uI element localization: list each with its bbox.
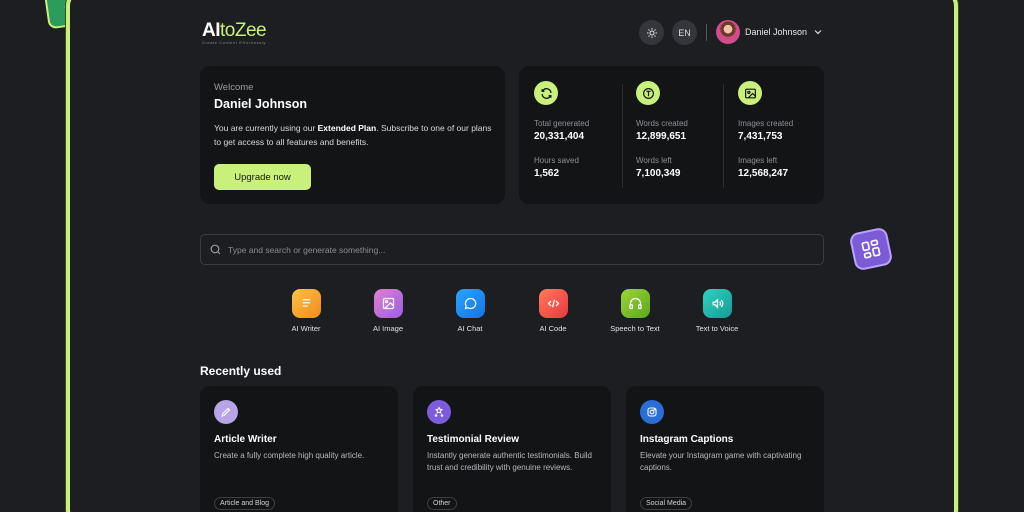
image-icon <box>738 81 762 105</box>
tool-label: Speech to Text <box>610 324 660 333</box>
stat-column-total: Total generated 20,331,404 Hours saved 1… <box>534 81 624 179</box>
sun-icon <box>646 27 657 38</box>
tool-label: AI Writer <box>291 324 321 333</box>
stat-label: Hours saved <box>534 156 579 165</box>
recent-card-tag[interactable]: Social Media <box>640 497 693 510</box>
tool-speech-to-text[interactable]: Speech to Text <box>600 289 670 333</box>
instagram-icon <box>640 400 664 424</box>
recent-card-title: Article Writer <box>214 434 277 445</box>
refresh-icon <box>534 81 558 105</box>
tool-ai-chat[interactable]: AI Chat <box>435 289 505 333</box>
logo[interactable]: AItoZee Create Content Effortlessly <box>202 20 267 45</box>
avatar[interactable] <box>716 20 740 44</box>
recent-card-instagram-captions[interactable]: Instagram Captions Elevate your Instagra… <box>626 386 824 512</box>
grid-icon <box>861 239 881 259</box>
recent-card-desc: Elevate your Instagram game with captiva… <box>640 451 802 472</box>
tool-label: Text to Voice <box>695 324 739 333</box>
tool-text-to-voice[interactable]: Text to Voice <box>682 289 752 333</box>
stat-value: 20,331,404 <box>534 131 585 142</box>
stat-divider <box>723 84 724 188</box>
plan-name: Extended Plan <box>317 123 377 133</box>
pencil-icon <box>214 400 238 424</box>
stat-divider <box>622 84 623 188</box>
recent-card-testimonial-review[interactable]: Testimonial Review Instantly generate au… <box>413 386 611 512</box>
logo-accent-text: toZee <box>220 20 267 41</box>
language-button[interactable]: EN <box>672 20 697 45</box>
theme-toggle-button[interactable] <box>639 20 664 45</box>
stat-value: 12,568,247 <box>738 168 789 179</box>
stat-label: Images created <box>738 119 794 128</box>
stats-card: Total generated 20,331,404 Hours saved 1… <box>519 66 824 204</box>
tool-ai-writer[interactable]: AI Writer <box>271 289 341 333</box>
apps-badge <box>848 226 894 272</box>
chevron-down-icon[interactable] <box>812 26 824 38</box>
tool-label: AI Chat <box>457 324 483 333</box>
headphones-icon <box>620 289 650 318</box>
logo-tagline: Create Content Effortlessly <box>202 40 266 45</box>
tool-ai-code[interactable]: AI Code <box>518 289 588 333</box>
recently-used-heading: Recently used <box>200 364 282 378</box>
stat-column-words: Words created 12,899,651 Words left 7,10… <box>636 81 726 179</box>
speaker-icon <box>702 289 732 318</box>
stat-value: 7,431,753 <box>738 131 783 142</box>
stat-label: Words created <box>636 119 688 128</box>
stat-value: 7,100,349 <box>636 168 681 179</box>
header-divider <box>706 24 707 41</box>
recent-card-article-writer[interactable]: Article Writer Create a fully complete h… <box>200 386 398 512</box>
stars-icon <box>427 400 451 424</box>
recent-card-title: Instagram Captions <box>640 434 734 445</box>
tool-label: AI Code <box>539 324 567 333</box>
stat-column-images: Images created 7,431,753 Images left 12,… <box>738 81 828 179</box>
search-input[interactable] <box>228 244 788 255</box>
upgrade-button[interactable]: Upgrade now <box>214 164 311 190</box>
tool-ai-image[interactable]: AI Image <box>353 289 423 333</box>
tool-label: AI Image <box>372 324 403 333</box>
recent-card-desc: Create a fully complete high quality art… <box>214 451 365 460</box>
logo-main-text: AI <box>202 20 221 41</box>
recent-card-tag[interactable]: Article and Blog <box>214 497 276 510</box>
user-name[interactable]: Daniel Johnson <box>745 27 807 37</box>
welcome-name: Daniel Johnson <box>214 97 308 111</box>
stat-label: Images left <box>738 156 778 165</box>
welcome-text: You are currently using our Extended Pla… <box>214 123 492 147</box>
stat-label: Words left <box>636 156 672 165</box>
code-icon <box>538 289 568 318</box>
document-icon <box>291 289 321 318</box>
stat-value: 1,562 <box>534 168 560 179</box>
search-bar[interactable] <box>200 234 824 265</box>
text-icon <box>636 81 660 105</box>
recent-card-title: Testimonial Review <box>427 434 520 445</box>
stat-value: 12,899,651 <box>636 131 687 142</box>
stat-label: Total generated <box>534 119 590 128</box>
recent-card-tag[interactable]: Other <box>427 497 457 510</box>
welcome-label: Welcome <box>214 82 254 93</box>
welcome-card: Welcome Daniel Johnson You are currently… <box>200 66 505 204</box>
chat-icon <box>455 289 485 318</box>
search-icon <box>210 244 221 255</box>
image-icon <box>373 289 403 318</box>
recent-card-desc: Instantly generate authentic testimonial… <box>427 451 592 472</box>
